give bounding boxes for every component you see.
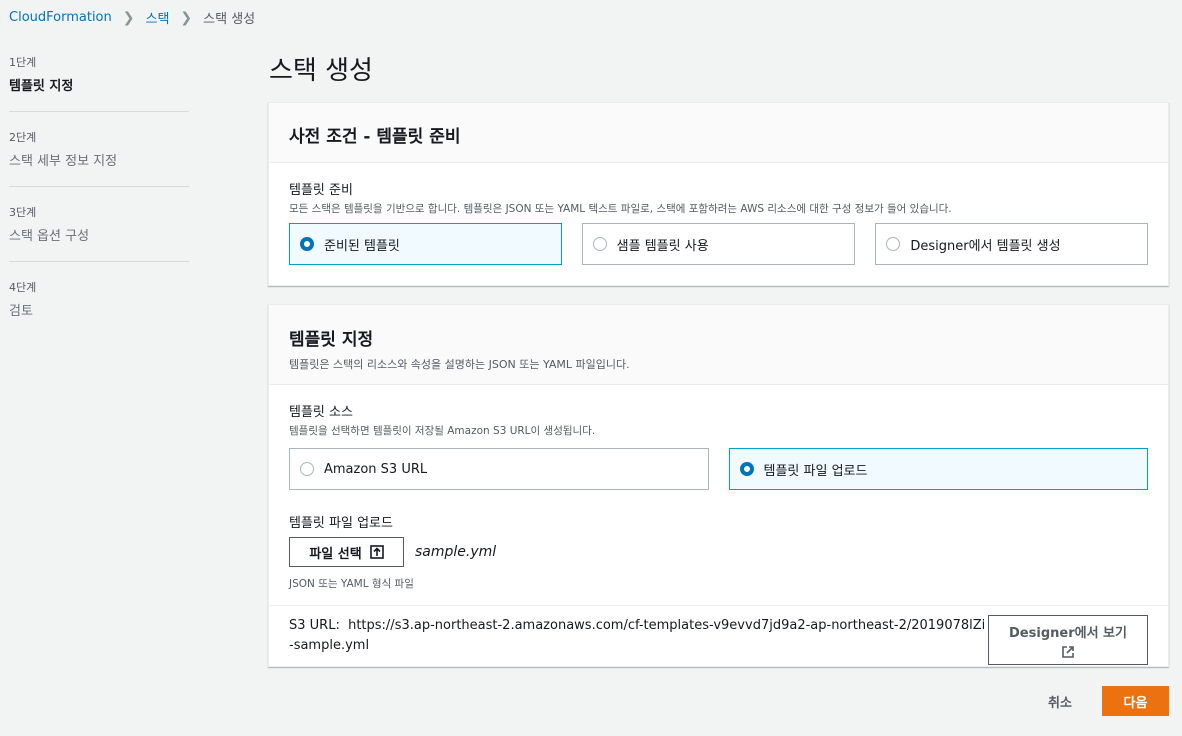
radio-selected-icon: [739, 462, 754, 476]
radio-unselected-icon: [300, 462, 314, 476]
radio-upload-template-file[interactable]: 템플릿 파일 업로드: [728, 448, 1148, 490]
s3-url-row: S3 URL: https://s3.ap-northeast-2.amazon…: [269, 605, 1168, 669]
button-label: 파일 선택: [309, 546, 362, 562]
radio-unselected-icon: [592, 237, 607, 251]
wizard-steps: 1단계 템플릿 지정 2단계 스택 세부 정보 지정 3단계 스택 옵션 구성 …: [9, 54, 189, 353]
panel-subtitle: 템플릿은 스택의 리소스와 속성을 설명하는 JSON 또는 YAML 파일입니…: [289, 358, 630, 371]
step-title: 스택 옵션 구성: [9, 229, 90, 244]
prepare-template-options: 준비된 템플릿 샘플 템플릿 사용 Designer에서 템플릿 생성: [289, 223, 1149, 265]
s3-url-value: https://s3.ap-northeast-2.amazonaws.com/…: [289, 618, 986, 653]
upload-icon: [369, 545, 384, 559]
step-title: 스택 세부 정보 지정: [9, 154, 118, 169]
s3-url-label: S3 URL:: [289, 618, 340, 633]
radio-label: 샘플 템플릿 사용: [616, 238, 709, 254]
step-number: 3단계: [9, 206, 37, 219]
breadcrumb-stacks[interactable]: 스택: [145, 8, 169, 27]
cancel-button[interactable]: 취소: [1035, 686, 1085, 716]
radio-label: Designer에서 템플릿 생성: [910, 238, 1061, 254]
radio-amazon-s3-url[interactable]: Amazon S3 URL: [289, 448, 709, 490]
step-title: 검토: [9, 304, 33, 319]
chevron-right-icon: ❯: [122, 9, 135, 26]
upload-hint: JSON 또는 YAML 형식 파일: [289, 578, 414, 590]
step-2: 2단계 스택 세부 정보 지정: [9, 129, 189, 187]
button-label: Designer에서 보기: [1009, 625, 1127, 641]
radio-create-in-designer[interactable]: Designer에서 템플릿 생성: [875, 223, 1149, 265]
radio-label: 준비된 템플릿: [324, 238, 400, 254]
step-number: 1단계: [9, 56, 37, 69]
panel-header: 템플릿 지정 템플릿은 스택의 리소스와 속성을 설명하는 JSON 또는 YA…: [269, 305, 1168, 385]
step-number: 4단계: [9, 281, 37, 294]
step-4: 4단계 검토: [9, 279, 189, 336]
radio-label: Amazon S3 URL: [324, 461, 428, 477]
breadcrumb-current: 스택 생성: [203, 12, 256, 27]
s3-url-text: S3 URL: https://s3.ap-northeast-2.amazon…: [289, 616, 989, 656]
panel-title: 사전 조건 - 템플릿 준비: [289, 127, 461, 147]
field-label: 템플릿 소스: [289, 405, 353, 420]
prerequisite-panel: 사전 조건 - 템플릿 준비 템플릿 준비 모든 스택은 템플릿을 기반으로 합…: [268, 102, 1169, 286]
field-label: 템플릿 준비: [289, 183, 353, 198]
choose-file-button[interactable]: 파일 선택: [289, 537, 404, 567]
view-in-designer-button[interactable]: Designer에서 보기: [988, 615, 1148, 665]
radio-use-sample-template[interactable]: 샘플 템플릿 사용: [581, 223, 856, 265]
field-description: 모든 스택은 템플릿을 기반으로 합니다. 템플릿은 JSON 또는 YAML …: [289, 203, 952, 215]
radio-unselected-icon: [886, 237, 901, 251]
radio-label: 템플릿 파일 업로드: [763, 463, 868, 479]
breadcrumb-cloudformation[interactable]: CloudFormation: [9, 10, 112, 25]
panel-body: 템플릿 준비 모든 스택은 템플릿을 기반으로 합니다. 템플릿은 JSON 또…: [269, 163, 1168, 265]
upload-row: 파일 선택 sample.yml: [289, 537, 1148, 567]
step-title: 템플릿 지정: [9, 79, 74, 94]
panel-title: 템플릿 지정: [289, 330, 374, 350]
template-source-options: Amazon S3 URL 템플릿 파일 업로드: [289, 448, 1148, 490]
step-3: 3단계 스택 옵션 구성: [9, 204, 189, 262]
radio-selected-icon: [300, 237, 314, 251]
step-1: 1단계 템플릿 지정: [9, 54, 189, 112]
chevron-right-icon: ❯: [180, 9, 193, 26]
radio-template-ready[interactable]: 준비된 템플릿: [289, 223, 562, 265]
field-description: 템플릿을 선택하면 템플릿이 저장될 Amazon S3 URL이 생성됩니다.: [289, 425, 596, 437]
breadcrumb: CloudFormation ❯ 스택 ❯ 스택 생성: [9, 8, 256, 28]
specify-template-panel: 템플릿 지정 템플릿은 스택의 리소스와 속성을 설명하는 JSON 또는 YA…: [268, 304, 1169, 667]
external-link-icon: [1062, 645, 1074, 658]
field-label: 템플릿 파일 업로드: [289, 516, 393, 531]
next-button[interactable]: 다음: [1102, 686, 1169, 716]
panel-body: 템플릿 소스 템플릿을 선택하면 템플릿이 저장될 Amazon S3 URL이…: [269, 385, 1168, 669]
page-title: 스택 생성: [269, 56, 373, 86]
panel-header: 사전 조건 - 템플릿 준비: [269, 103, 1168, 163]
step-number: 2단계: [9, 131, 37, 144]
selected-file-name: sample.yml: [415, 544, 497, 560]
